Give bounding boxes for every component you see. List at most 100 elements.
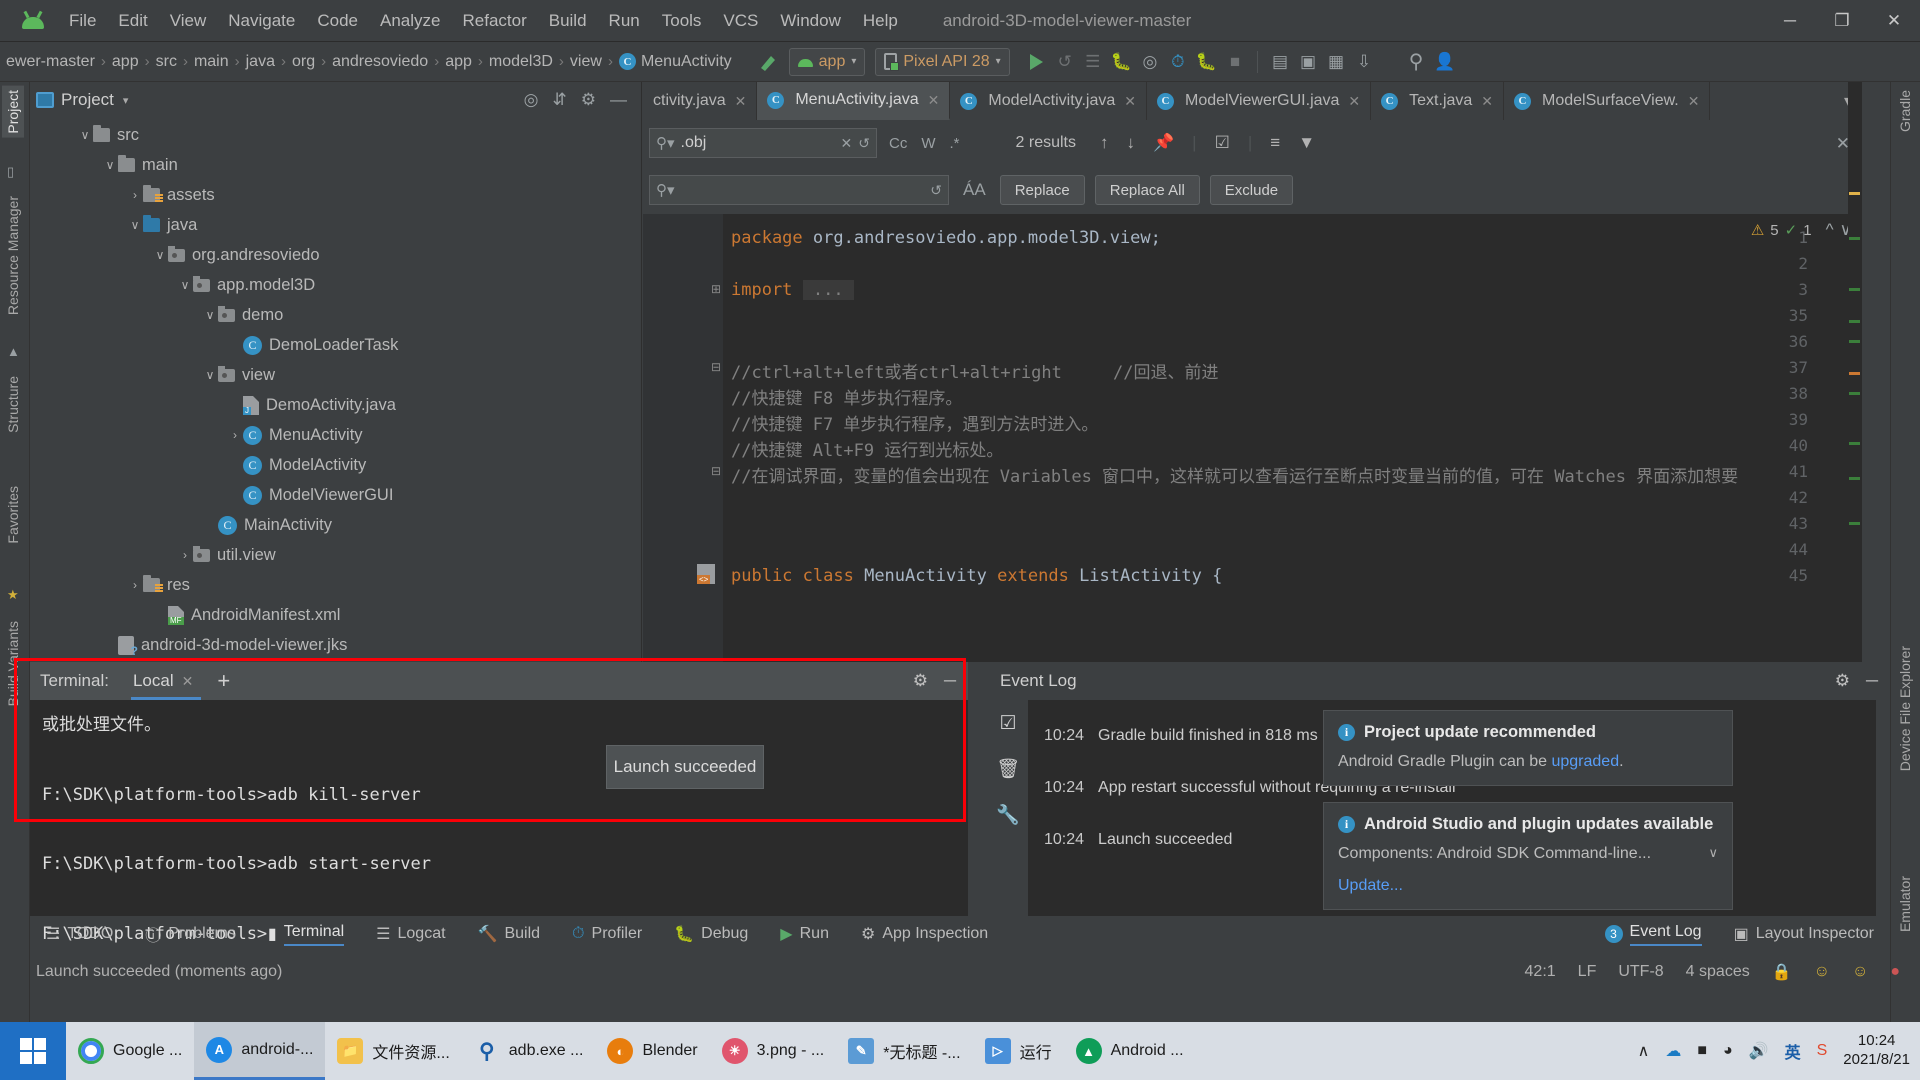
editor-tab-textjava[interactable]: CText.java✕ xyxy=(1371,82,1504,120)
menu-analyze[interactable]: Analyze xyxy=(369,8,451,34)
tree-node[interactable]: ·CDemoLoaderTask xyxy=(30,330,641,360)
breadcrumb-item-org[interactable]: org xyxy=(292,53,315,71)
project-tree[interactable]: ∨src∨main›assets∨java∨org.andresoviedo∨a… xyxy=(30,118,641,660)
chevron-down-icon[interactable]: ∨ xyxy=(1708,844,1718,863)
chevron-down-icon[interactable]: ∨ xyxy=(77,128,93,142)
editor-tab-menuactivityjava[interactable]: CMenuActivity.java✕ xyxy=(757,82,950,120)
tool-window-debug[interactable]: 🐛Debug xyxy=(658,924,764,944)
collapse-all-icon[interactable]: ⇵ xyxy=(553,90,567,110)
close-tab-icon[interactable]: ✕ xyxy=(928,92,940,109)
tool-window-logcat[interactable]: ☰Logcat xyxy=(360,924,461,944)
profiler-icon[interactable]: ⏱ xyxy=(1164,48,1192,76)
close-icon[interactable]: ✕ xyxy=(182,673,194,690)
hide-icon[interactable]: — xyxy=(610,90,627,110)
chevron-down-icon[interactable]: ∨ xyxy=(177,278,193,292)
avd-manager-icon[interactable]: ▤ xyxy=(1266,48,1294,76)
maximize-button[interactable]: ❐ xyxy=(1816,0,1868,42)
sidebar-item-favorites[interactable]: Favorites xyxy=(2,482,24,548)
taskbar-clock[interactable]: 10:24 2021/8/21 xyxy=(1843,1032,1910,1070)
code-fold-toggle[interactable]: ⊟ xyxy=(711,464,721,478)
chevron-up-icon[interactable]: ∧ xyxy=(1638,1041,1650,1061)
tree-node[interactable]: ·CMainActivity xyxy=(30,510,641,540)
chevron-down-icon[interactable]: ∨ xyxy=(202,308,218,322)
tree-node[interactable]: ∨src xyxy=(30,120,641,150)
preserve-case-icon[interactable]: ÁA xyxy=(963,180,986,200)
editor-tab-modelactivityjava[interactable]: CModelActivity.java✕ xyxy=(950,82,1147,120)
smiley-2-icon[interactable]: ☺ xyxy=(1852,963,1868,981)
chevron-right-icon[interactable]: › xyxy=(227,428,243,442)
exclude-button[interactable]: Exclude xyxy=(1210,175,1293,205)
tree-node[interactable]: ·CModelViewerGUI xyxy=(30,480,641,510)
caret-position[interactable]: 42:1 xyxy=(1525,963,1556,981)
indent-setting[interactable]: 4 spaces xyxy=(1686,963,1750,981)
close-tab-icon[interactable]: ✕ xyxy=(1688,93,1700,110)
apply-code-changes-icon[interactable]: ☰ xyxy=(1079,48,1107,76)
tree-node[interactable]: ›CMenuActivity xyxy=(30,420,641,450)
select-all-occurrences-icon[interactable]: ☑ xyxy=(1215,133,1230,153)
taskbar-item-android-studio-1[interactable]: A android-... xyxy=(194,1022,325,1080)
breadcrumb-item-model3d[interactable]: model3D xyxy=(489,53,553,71)
layout-inspector-icon[interactable]: ▦ xyxy=(1322,48,1350,76)
filter-occurrences-icon[interactable]: ≡ xyxy=(1270,133,1280,153)
attach-debugger-icon[interactable]: ◎ xyxy=(1136,48,1164,76)
settings-icon[interactable]: ⚙ xyxy=(581,90,596,110)
replace-all-button[interactable]: Replace All xyxy=(1095,175,1200,205)
code-fold-toggle[interactable]: ⊟ xyxy=(711,360,721,374)
chevron-down-icon[interactable]: ∨ xyxy=(127,218,143,232)
taskbar-item-blender[interactable]: ◐ Blender xyxy=(595,1022,709,1080)
chevron-down-icon[interactable]: ∨ xyxy=(102,158,118,172)
regex-toggle[interactable]: .* xyxy=(950,135,960,152)
breadcrumb-item-java[interactable]: java xyxy=(246,53,275,71)
tree-node[interactable]: ∨app.model3D xyxy=(30,270,641,300)
find-prev-icon[interactable]: ↑ xyxy=(1100,133,1109,153)
breadcrumb-item-view[interactable]: view xyxy=(570,53,602,71)
breadcrumb-item-app[interactable]: app xyxy=(112,53,139,71)
menu-help[interactable]: Help xyxy=(852,8,909,34)
tree-node[interactable]: ∨demo xyxy=(30,300,641,330)
add-terminal-icon[interactable]: + xyxy=(217,668,230,694)
battery-icon[interactable]: ■ xyxy=(1697,1042,1707,1060)
tree-node[interactable]: ∨org.andresoviedo xyxy=(30,240,641,270)
chevron-up-icon[interactable]: ^ xyxy=(1826,220,1834,240)
taskbar-item-android-studio-2[interactable]: ▲ Android ... xyxy=(1064,1022,1196,1080)
encoding[interactable]: UTF-8 xyxy=(1618,963,1663,981)
menu-refactor[interactable]: Refactor xyxy=(451,8,537,34)
editor-tab-modelsurfaceview[interactable]: CModelSurfaceView.✕ xyxy=(1504,82,1710,120)
menu-run[interactable]: Run xyxy=(598,8,651,34)
chevron-down-icon[interactable]: ∨ xyxy=(152,248,168,262)
tree-node[interactable]: ›util.view xyxy=(30,540,641,570)
sogou-icon[interactable]: S xyxy=(1817,1042,1828,1060)
menu-edit[interactable]: Edit xyxy=(107,8,158,34)
whole-words-toggle[interactable]: W xyxy=(921,135,935,152)
wifi-icon[interactable]: ◕ xyxy=(1723,1042,1733,1060)
close-button[interactable]: ✕ xyxy=(1868,0,1920,42)
apply-changes-icon[interactable]: ↺ xyxy=(1051,48,1079,76)
editor-tab-bar[interactable]: ctivity.java✕CMenuActivity.java✕CModelAc… xyxy=(643,82,1862,120)
tool-window-run[interactable]: ▶Run xyxy=(764,924,845,944)
taskbar-item-chrome[interactable]: Google ... xyxy=(66,1022,194,1080)
hide-icon[interactable]: ─ xyxy=(944,671,956,691)
gear-icon[interactable]: ⚙ xyxy=(913,671,928,691)
volume-icon[interactable]: 🔊 xyxy=(1749,1041,1769,1061)
menu-build[interactable]: Build xyxy=(538,8,598,34)
notification-icon[interactable]: ● xyxy=(1890,963,1900,981)
onedrive-icon[interactable]: ☁ xyxy=(1665,1041,1681,1061)
sidebar-item-device-file-explorer[interactable]: Device File Explorer xyxy=(1894,642,1916,775)
ime-icon[interactable]: 英 xyxy=(1785,1039,1801,1063)
editor-marker-bar[interactable] xyxy=(1848,82,1862,662)
menu-window[interactable]: Window xyxy=(769,8,851,34)
chevron-right-icon[interactable]: › xyxy=(127,578,143,592)
locate-icon[interactable]: ◎ xyxy=(524,90,539,110)
sidebar-item-build-variants[interactable]: Build Variants xyxy=(2,617,24,710)
line-separator[interactable]: LF xyxy=(1578,963,1597,981)
tree-node[interactable]: ∨view xyxy=(30,360,641,390)
replace-history-icon[interactable]: ↺ xyxy=(930,182,942,199)
menu-file[interactable]: File xyxy=(58,8,107,34)
tool-window-problems[interactable]: ⓘProblems xyxy=(129,922,252,946)
tool-window-app-inspection[interactable]: ⚙App Inspection xyxy=(845,924,1004,944)
menu-code[interactable]: Code xyxy=(306,8,369,34)
tree-node[interactable]: ·MFAndroidManifest.xml xyxy=(30,600,641,630)
clear-find-icon[interactable]: ✕ xyxy=(841,135,853,152)
find-history-icon[interactable]: ↺ xyxy=(858,135,870,152)
code-fold-toggle[interactable]: ⊞ xyxy=(711,282,721,296)
